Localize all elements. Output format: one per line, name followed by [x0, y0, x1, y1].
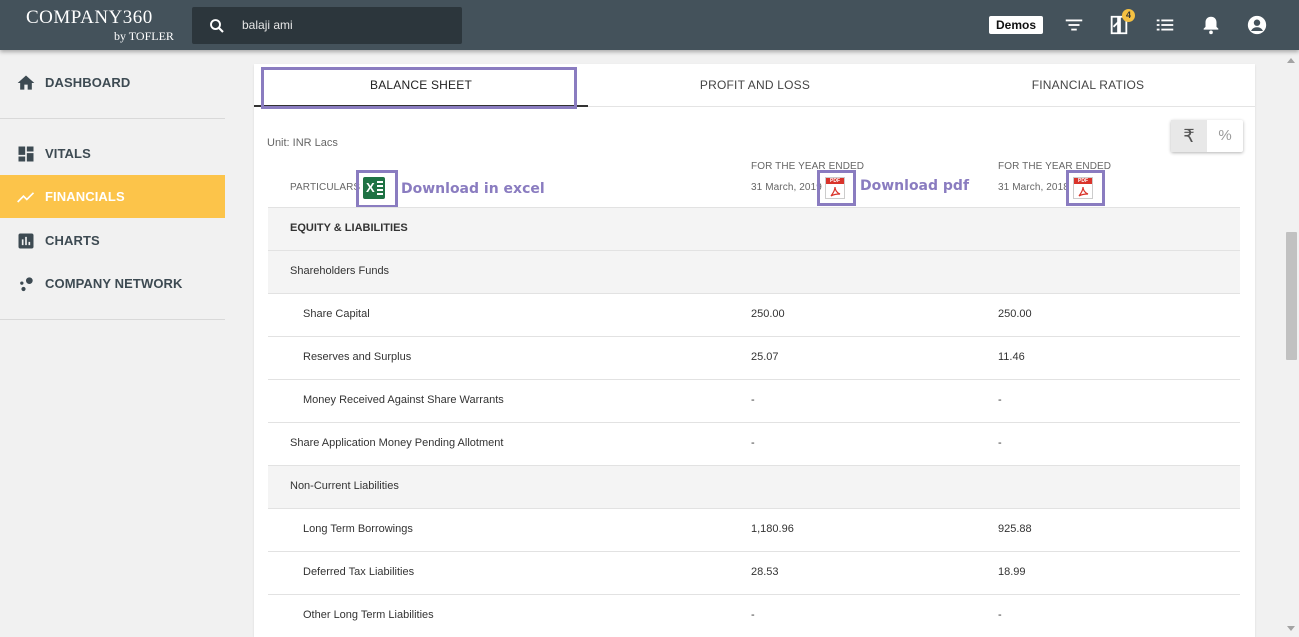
logo-main-text: COMPANY360 — [26, 7, 153, 28]
filter-icon[interactable] — [1063, 14, 1085, 36]
table-row: Share Capital 250.00 250.00 — [268, 293, 1240, 336]
list-icon[interactable] — [1154, 14, 1176, 36]
table-row: Long Term Borrowings 1,180.96 925.88 — [268, 508, 1240, 551]
row-value-2019: - — [751, 437, 755, 449]
row-value-2018: - — [998, 394, 1002, 406]
scroll-down-arrow[interactable] — [1287, 626, 1295, 631]
row-label: Non-Current Liabilities — [290, 480, 399, 492]
bell-icon[interactable] — [1200, 14, 1222, 36]
row-label: Shareholders Funds — [290, 265, 390, 277]
row-value-2019: - — [751, 394, 755, 406]
row-label: Reserves and Surplus — [303, 351, 412, 363]
logo-sub-text: by TOFLER — [114, 29, 174, 43]
row-value-2018: 11.46 — [998, 351, 1025, 363]
sidebar-item-vitals[interactable]: VITALS — [0, 132, 225, 175]
row-label: Share Capital — [303, 308, 370, 320]
row-label: Long Term Borrowings — [303, 523, 413, 535]
col2-date: 31 March, 2018 — [998, 182, 1069, 193]
logo[interactable]: COMPANY360 by TOFLER — [26, 8, 186, 46]
sidebar-item-label: FINANCIALS — [45, 189, 125, 204]
row-value-2018: 18.99 — [998, 566, 1026, 578]
table-row: Share Application Money Pending Allotmen… — [268, 422, 1240, 465]
top-bar: COMPANY360 by TOFLER balaji ami Demos 4 — [0, 0, 1299, 50]
row-value-2019: 28.53 — [751, 566, 779, 578]
download-excel-annotation: Download in excel — [401, 181, 545, 197]
row-label: Deferred Tax Liabilities — [303, 566, 415, 578]
sidebar-divider — [0, 319, 225, 320]
search-value: balaji ami — [242, 18, 293, 32]
row-value-2018: - — [998, 609, 1002, 621]
tab-highlight-box — [261, 67, 577, 109]
sidebar-item-dashboard[interactable]: DASHBOARD — [0, 61, 225, 104]
financial-statement-card: BALANCE SHEET PROFIT AND LOSS FINANCIAL … — [254, 64, 1255, 637]
row-label: Share Application Money Pending Allotmen… — [290, 437, 504, 449]
sidebar-item-label: COMPANY NETWORK — [45, 276, 183, 291]
scrollbar-thumb[interactable] — [1286, 232, 1297, 360]
cart-count-badge: 4 — [1122, 9, 1135, 22]
sidebar-item-financials[interactable]: FINANCIALS — [0, 175, 225, 218]
account-icon[interactable] — [1246, 14, 1268, 36]
search-icon — [210, 19, 224, 33]
row-value-2019: - — [751, 609, 755, 621]
table-row: Non-Current Liabilities — [268, 465, 1240, 508]
unit-label: Unit: INR Lacs — [267, 137, 338, 149]
table-row: Shareholders Funds — [268, 250, 1240, 293]
table-row: Other Long Term Liabilities - - — [268, 594, 1240, 637]
trending-up-icon — [17, 192, 35, 203]
pdf-highlight-box-2019 — [817, 170, 856, 206]
excel-highlight-box — [356, 170, 398, 208]
sidebar-item-company-network[interactable]: COMPANY NETWORK — [0, 262, 225, 305]
pdf-highlight-box-2018 — [1066, 170, 1105, 206]
sidebar-item-label: CHARTS — [45, 233, 100, 248]
sidebar-divider — [0, 118, 225, 119]
row-label: Money Received Against Share Warrants — [303, 394, 504, 406]
demos-button[interactable]: Demos — [989, 16, 1043, 34]
particulars-header: PARTICULARS — [290, 182, 361, 193]
row-value-2018: - — [998, 437, 1002, 449]
table-row: Reserves and Surplus 25.07 11.46 — [268, 336, 1240, 379]
dashboard-grid-icon — [18, 146, 34, 162]
unit-toggle[interactable]: ₹ % — [1171, 120, 1243, 152]
network-icon — [20, 277, 33, 292]
search-input[interactable]: balaji ami — [192, 7, 462, 44]
download-pdf-annotation: Download pdf — [860, 178, 970, 194]
table-row: Deferred Tax Liabilities 28.53 18.99 — [268, 551, 1240, 594]
sidebar-item-label: DASHBOARD — [45, 75, 131, 90]
table-row: EQUITY & LIABILITIES — [268, 207, 1240, 250]
bar-chart-icon — [18, 233, 34, 249]
row-value-2019: 1,180.96 — [751, 523, 794, 535]
row-value-2018: 925.88 — [998, 523, 1032, 535]
row-value-2019: 250.00 — [751, 308, 785, 320]
sidebar-item-charts[interactable]: CHARTS — [0, 219, 225, 262]
tab-financial-ratios[interactable]: FINANCIAL RATIOS — [921, 64, 1255, 107]
sidebar: DASHBOARD VITALS FINANCIALS CHARTS COMPA… — [0, 50, 226, 637]
home-icon — [17, 75, 35, 90]
row-value-2018: 250.00 — [998, 308, 1032, 320]
row-label: EQUITY & LIABILITIES — [290, 222, 408, 234]
table-row: Money Received Against Share Warrants - … — [268, 379, 1240, 422]
sidebar-item-label: VITALS — [45, 146, 91, 161]
row-label: Other Long Term Liabilities — [303, 609, 434, 621]
percent-toggle-button[interactable]: % — [1207, 120, 1243, 152]
tab-profit-and-loss[interactable]: PROFIT AND LOSS — [588, 64, 922, 107]
scroll-up-arrow[interactable] — [1287, 58, 1295, 63]
col1-date: 31 March, 2019 — [751, 182, 822, 193]
rupee-toggle-button[interactable]: ₹ — [1171, 120, 1207, 152]
row-value-2019: 25.07 — [751, 351, 779, 363]
